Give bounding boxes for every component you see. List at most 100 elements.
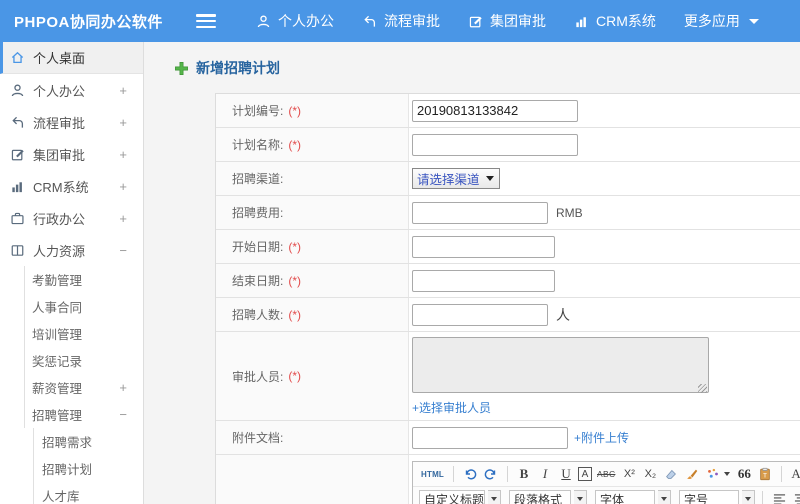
fee-input[interactable]	[412, 201, 548, 224]
select-approvers-link[interactable]: +选择审批人员	[412, 401, 491, 415]
sidebar-item-personal-office[interactable]: 个人办公 +	[0, 74, 143, 106]
superscript-button[interactable]: X²	[620, 464, 638, 484]
expand-toggle[interactable]: +	[119, 83, 127, 98]
headcount-unit-suffix: 人	[556, 306, 570, 323]
required-mark: (*)	[288, 103, 302, 118]
channel-label: 招聘渠道:	[232, 172, 284, 186]
headcount-label: 招聘人数:	[232, 308, 284, 322]
topmenu-label: 个人办公	[278, 13, 334, 29]
workflow-icon	[10, 115, 25, 130]
headcount-input[interactable]	[412, 303, 548, 326]
caret-down-icon	[748, 18, 759, 24]
format-brush-icon[interactable]	[683, 464, 701, 484]
sidebar-item-hr[interactable]: 人力资源 −	[0, 234, 143, 266]
expand-toggle[interactable]: +	[119, 115, 127, 130]
sidebar-item-group-approval[interactable]: 集团审批 +	[0, 138, 143, 170]
plan-no-label: 计划编号:	[232, 104, 284, 118]
plan-no-input[interactable]	[412, 99, 578, 122]
font-color-button[interactable]: A	[789, 464, 800, 484]
required-mark: (*)	[288, 369, 302, 383]
html-source-button[interactable]: HTML	[419, 464, 446, 484]
expand-toggle[interactable]: −	[119, 243, 127, 258]
sidebar-item-crm[interactable]: CRM系统 +	[0, 170, 143, 202]
tree-line	[33, 428, 34, 455]
form-row-plan-no: 计划编号: (*)	[216, 94, 800, 128]
topmenu-group-approval[interactable]: 集团审批	[454, 0, 560, 42]
sidebar-item-recruit-demand[interactable]: 招聘需求	[0, 428, 143, 455]
sidebar-item-workflow-approval[interactable]: 流程审批 +	[0, 106, 143, 138]
form-row-channel: 招聘渠道: 请选择渠道	[216, 162, 800, 196]
sidebar-item-recruit-mgmt[interactable]: 招聘管理 −	[0, 401, 143, 428]
font-family-select[interactable]: 字体	[595, 489, 655, 504]
sidebar-item-training[interactable]: 培训管理	[0, 320, 143, 347]
bold-button[interactable]: B	[515, 464, 533, 484]
dropdown-arrow-icon[interactable]	[742, 489, 755, 504]
sidebar-item-label: 行政办公	[33, 211, 86, 227]
dropdown-arrow-icon[interactable]	[658, 489, 671, 504]
expand-toggle[interactable]: +	[119, 211, 127, 226]
recruit-plan-form: 计划编号: (*) 计划名称: (*) 招聘渠道:	[215, 93, 800, 504]
underline-button[interactable]: U	[557, 464, 575, 484]
spray-color-icon[interactable]	[704, 464, 732, 484]
sidebar-item-label: 考勤管理	[32, 274, 83, 288]
start-date-input[interactable]	[412, 235, 555, 258]
sidebar-item-hr-contract[interactable]: 人事合同	[0, 293, 143, 320]
sidebar-item-talent-pool[interactable]: 人才库	[0, 482, 143, 504]
resize-handle-icon[interactable]	[698, 384, 707, 393]
dropdown-arrow-icon[interactable]	[574, 489, 587, 504]
topmenu-label: 集团审批	[490, 13, 546, 29]
paste-text-icon[interactable]: T	[756, 464, 774, 484]
plan-name-input[interactable]	[412, 133, 578, 156]
end-date-input[interactable]	[412, 269, 555, 292]
main-content: 新增招聘计划 计划编号: (*) 计划名称: (*)	[144, 42, 800, 504]
eraser-icon[interactable]	[662, 464, 680, 484]
strikethrough-button[interactable]: ABC	[595, 464, 617, 484]
approvers-textarea[interactable]	[412, 337, 709, 393]
attachment-upload-link[interactable]: +附件上传	[574, 429, 629, 446]
topmenu-more-apps[interactable]: 更多应用	[670, 0, 773, 42]
sidebar-item-admin-office[interactable]: 行政办公 +	[0, 202, 143, 234]
sidebar-item-rewards[interactable]: 奖惩记录	[0, 347, 143, 374]
topmenu-crm[interactable]: CRM系统	[560, 0, 670, 42]
form-row-headcount: 招聘人数: (*) 人	[216, 298, 800, 332]
blockquote-button[interactable]: 66	[735, 464, 753, 484]
expand-toggle[interactable]: +	[119, 147, 127, 162]
channel-select-value: 请选择渠道	[417, 173, 480, 187]
sidebar-item-label: 个人办公	[33, 83, 86, 99]
paragraph-format-select[interactable]: 段落格式	[509, 489, 571, 504]
align-center-icon[interactable]	[791, 489, 800, 504]
dropdown-arrow-icon	[485, 176, 494, 181]
sidebar-item-recruit-plan[interactable]: 招聘计划	[0, 455, 143, 482]
expand-toggle[interactable]: +	[119, 380, 127, 395]
expand-toggle[interactable]: +	[119, 179, 127, 194]
sidebar-item-label: 奖惩记录	[32, 355, 83, 369]
topmenu-workflow-approval[interactable]: 流程审批	[348, 0, 454, 42]
edit-icon	[10, 147, 25, 162]
sidebar: 个人桌面 个人办公 + 流程审批 + 集团审批 + CRM系统 + 行政办公 +…	[0, 42, 144, 504]
italic-button[interactable]: I	[536, 464, 554, 484]
align-left-icon[interactable]	[770, 489, 788, 504]
attachment-input[interactable]	[412, 426, 568, 449]
boxed-text-button[interactable]: A	[578, 467, 593, 481]
channel-select[interactable]: 请选择渠道	[412, 168, 500, 189]
tree-line	[33, 455, 34, 482]
undo-icon[interactable]	[461, 464, 479, 484]
sidebar-item-label: CRM系统	[33, 179, 89, 195]
add-plus-icon	[174, 61, 189, 76]
topmenu-personal-office[interactable]: 个人办公	[242, 0, 348, 42]
hamburger-menu-icon[interactable]	[196, 14, 216, 28]
subscript-button[interactable]: X₂	[641, 464, 659, 484]
font-size-select[interactable]: 字号	[679, 489, 739, 504]
sidebar-item-desktop[interactable]: 个人桌面	[0, 42, 143, 74]
custom-heading-select[interactable]: 自定义标题	[419, 489, 485, 504]
redo-icon[interactable]	[482, 464, 500, 484]
expand-toggle[interactable]: −	[119, 407, 127, 422]
required-mark: (*)	[288, 239, 302, 254]
sidebar-item-label: 人力资源	[33, 243, 86, 259]
tree-line	[24, 320, 25, 347]
sidebar-item-salary[interactable]: 薪资管理 +	[0, 374, 143, 401]
tree-line	[24, 401, 25, 428]
edit-icon	[468, 14, 483, 29]
sidebar-item-attendance[interactable]: 考勤管理	[0, 266, 143, 293]
dropdown-arrow-icon[interactable]	[488, 489, 501, 504]
